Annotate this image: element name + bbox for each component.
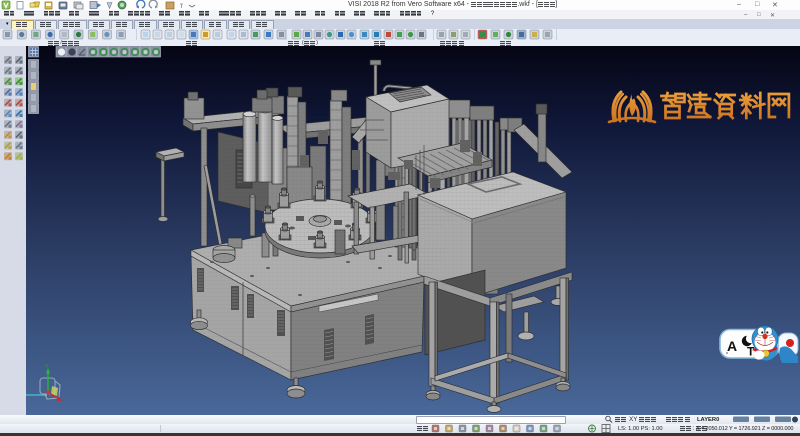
svg-text:A: A xyxy=(727,338,737,354)
